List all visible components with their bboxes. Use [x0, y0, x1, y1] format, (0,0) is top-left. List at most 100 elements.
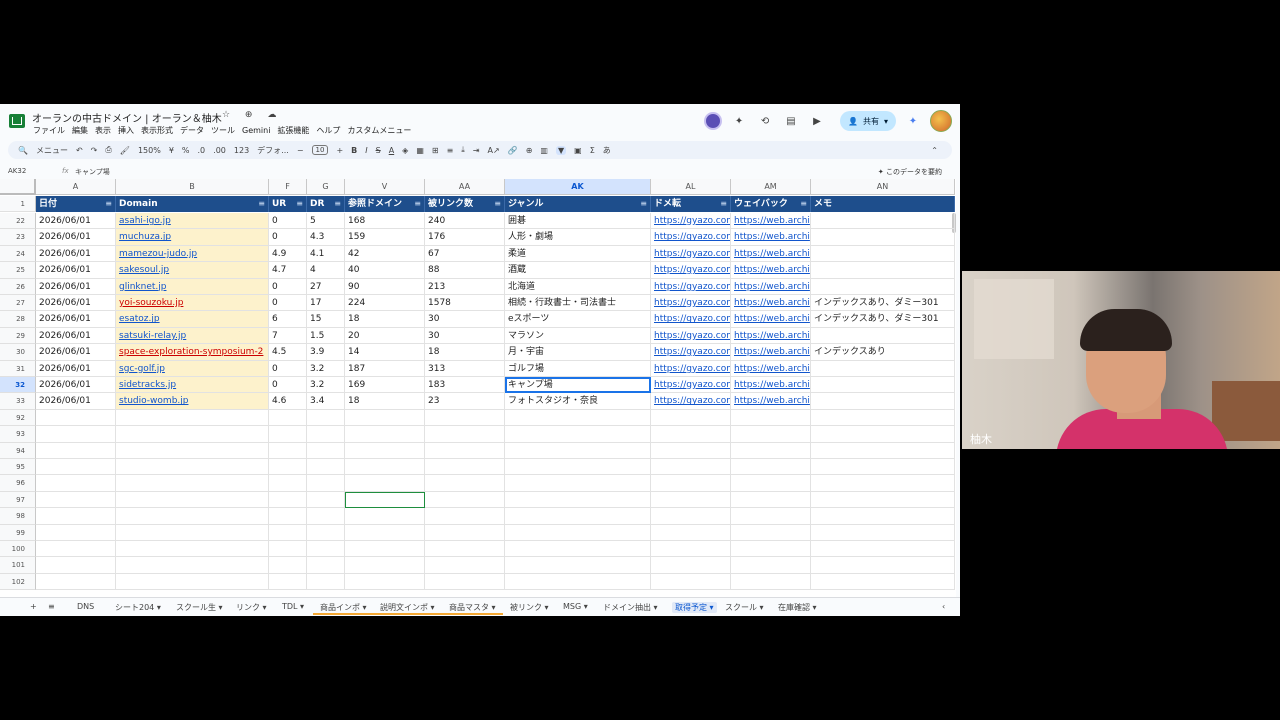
functions-button[interactable]: Σ: [590, 146, 595, 155]
sheet-tab[interactable]: 取得予定 ▾: [672, 602, 717, 613]
empty-cell[interactable]: [269, 508, 307, 525]
cell-link[interactable]: https://gyazo.com: [654, 347, 730, 357]
cell-ur[interactable]: 0: [269, 278, 307, 295]
empty-cell[interactable]: [505, 475, 651, 492]
cell-ur[interactable]: 7: [269, 327, 307, 345]
cell-ur[interactable]: 4.7: [269, 262, 307, 279]
empty-cell[interactable]: [116, 491, 269, 509]
cell-domain[interactable]: asahi-igo.jp: [116, 213, 269, 230]
cell-link[interactable]: https://gyazo.com: [654, 232, 730, 242]
cell-link[interactable]: https://web.archi: [734, 282, 810, 292]
row-header[interactable]: 95: [0, 459, 36, 476]
empty-cell[interactable]: [811, 409, 955, 427]
cell-genre[interactable]: 月・宇宙: [505, 344, 651, 361]
empty-cell[interactable]: [425, 573, 505, 591]
rotate-icon[interactable]: A↗: [488, 146, 500, 155]
cell-link[interactable]: https://web.archi: [734, 249, 810, 259]
empty-cell[interactable]: [731, 524, 811, 541]
empty-cell[interactable]: [307, 409, 345, 427]
cell-ref[interactable]: 159: [345, 229, 425, 246]
cell-bl[interactable]: 313: [425, 360, 505, 377]
empty-cell[interactable]: [269, 557, 307, 574]
merge-icon[interactable]: ⊞: [432, 146, 439, 155]
summarize-data-button[interactable]: ✦ このデータを要約: [878, 167, 942, 177]
cell-ur[interactable]: 0: [269, 377, 307, 394]
empty-cell[interactable]: [36, 524, 116, 541]
comment-icon[interactable]: ▤: [782, 112, 800, 130]
cell-al[interactable]: https://gyazo.com: [651, 327, 731, 345]
filter-icon[interactable]: ≡: [105, 196, 112, 212]
cell-domain[interactable]: studio-womb.jp: [116, 393, 269, 410]
cell-ur[interactable]: 4.5: [269, 344, 307, 361]
empty-cell[interactable]: [116, 524, 269, 541]
history-icon[interactable]: ⟲: [756, 112, 774, 130]
name-box[interactable]: AK32: [8, 167, 26, 175]
column-header-g[interactable]: G: [307, 179, 345, 195]
column-header-al[interactable]: AL: [651, 179, 731, 195]
cell-date[interactable]: 2026/06/01: [36, 295, 116, 312]
zoom-select[interactable]: 150%: [138, 146, 161, 155]
cell-am[interactable]: https://web.archi: [731, 360, 811, 377]
empty-cell[interactable]: [36, 573, 116, 591]
wrap-icon[interactable]: ⇥: [473, 146, 480, 155]
column-header-a[interactable]: A: [36, 179, 116, 195]
row-header[interactable]: 94: [0, 442, 36, 459]
empty-cell[interactable]: [307, 508, 345, 525]
avatar[interactable]: [930, 110, 952, 132]
cell-link[interactable]: sgc-golf.jp: [119, 364, 165, 374]
cell-bl[interactable]: 30: [425, 311, 505, 328]
empty-cell[interactable]: [505, 459, 651, 476]
cell-domain[interactable]: muchuza.jp: [116, 229, 269, 246]
cell-link[interactable]: https://gyazo.com: [654, 249, 730, 259]
empty-cell[interactable]: [345, 409, 425, 427]
empty-cell[interactable]: [116, 426, 269, 443]
column-header-b[interactable]: B: [116, 179, 269, 195]
empty-cell[interactable]: [731, 541, 811, 558]
cell-al[interactable]: https://gyazo.com: [651, 377, 731, 394]
cell-bl[interactable]: 88: [425, 262, 505, 279]
empty-cell[interactable]: [811, 426, 955, 443]
cell-memo[interactable]: [811, 262, 955, 279]
filter-icon[interactable]: ≡: [334, 196, 341, 212]
empty-cell[interactable]: [269, 541, 307, 558]
cell-genre[interactable]: 人形・劇場: [505, 229, 651, 246]
cell-date[interactable]: 2026/06/01: [36, 393, 116, 410]
cell-al[interactable]: https://gyazo.com: [651, 295, 731, 312]
strikethrough-button[interactable]: S: [376, 146, 381, 155]
empty-cell[interactable]: [36, 442, 116, 459]
cell-ref[interactable]: 40: [345, 262, 425, 279]
empty-cell[interactable]: [116, 409, 269, 427]
empty-cell[interactable]: [307, 442, 345, 459]
empty-cell[interactable]: [731, 508, 811, 525]
cell-date[interactable]: 2026/06/01: [36, 344, 116, 361]
empty-cell[interactable]: [345, 426, 425, 443]
header-cell-am[interactable]: ウェイバック ≡: [731, 196, 811, 212]
cell-am[interactable]: https://web.archi: [731, 295, 811, 312]
cell-domain[interactable]: sidetracks.jp: [116, 377, 269, 394]
cell-al[interactable]: https://gyazo.com: [651, 245, 731, 263]
cell-ur[interactable]: 0: [269, 295, 307, 312]
cell-link[interactable]: https://gyazo.com: [654, 331, 730, 341]
sheet-tab[interactable]: 被リンク ▾: [510, 602, 549, 613]
sheet-tab[interactable]: ドメイン抽出 ▾: [603, 602, 658, 613]
cell-link[interactable]: https://web.archi: [734, 314, 810, 324]
cell-date[interactable]: 2026/06/01: [36, 377, 116, 394]
number-format-button[interactable]: 123: [234, 146, 249, 155]
empty-cell[interactable]: [307, 426, 345, 443]
gemini-star-icon[interactable]: ✦: [904, 112, 922, 130]
cell-bl[interactable]: 30: [425, 327, 505, 345]
empty-cell[interactable]: [269, 491, 307, 509]
cell-am[interactable]: https://web.archi: [731, 213, 811, 230]
filter-icon[interactable]: ≡: [720, 196, 727, 212]
cell-ur[interactable]: 0: [269, 229, 307, 246]
empty-cell[interactable]: [811, 557, 955, 574]
empty-cell[interactable]: [505, 573, 651, 591]
cell-date[interactable]: 2026/06/01: [36, 327, 116, 345]
filter-icon[interactable]: ≡: [258, 196, 265, 212]
cell-ur[interactable]: 4.9: [269, 245, 307, 263]
sheet-tab[interactable]: スクール生 ▾: [176, 602, 223, 613]
filter-icon[interactable]: ≡: [414, 196, 421, 212]
cell-link[interactable]: https://web.archi: [734, 265, 810, 275]
empty-cell[interactable]: [651, 541, 731, 558]
row-header[interactable]: 32: [0, 377, 36, 394]
